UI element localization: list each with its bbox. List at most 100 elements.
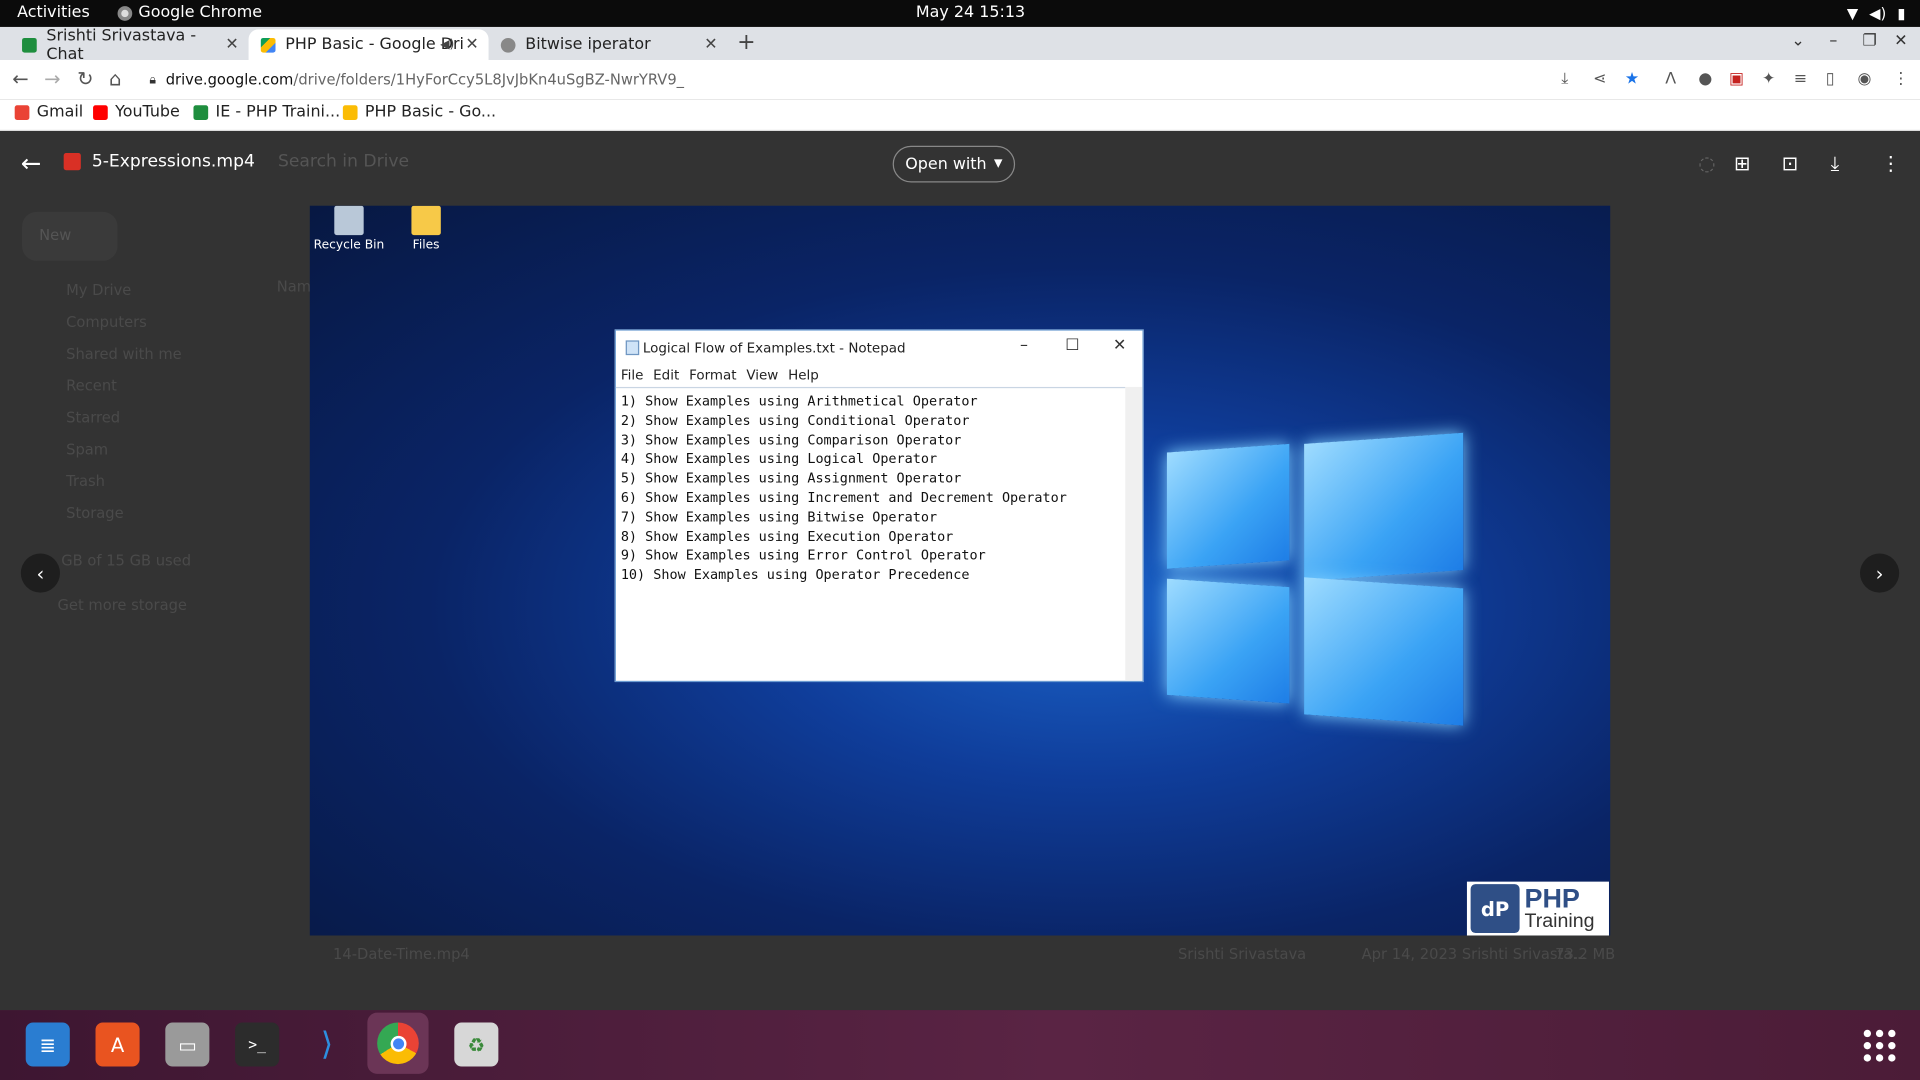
text-line: 9) Show Examples using Error Control Ope…	[620, 547, 986, 564]
close-tab-icon[interactable]: ✕	[704, 36, 717, 54]
restore-icon[interactable]: ❐	[1862, 32, 1876, 50]
address-bar[interactable]: 🔒︎ drive.google.com/drive/folders/1HyFor…	[137, 65, 1582, 94]
sidebar-computers: Computers	[66, 313, 147, 331]
bottom-row-modified: Apr 14, 2023 Srishti Srivasta...	[1361, 945, 1587, 963]
chat-favicon-icon	[22, 37, 37, 53]
speaker-icon[interactable]: ◀)	[440, 38, 454, 51]
install-icon[interactable]: ⤓	[1561, 70, 1568, 88]
text-line: 8) Show Examples using Execution Operato…	[620, 528, 954, 545]
recycle-bin-shortcut[interactable]: Recycle Bin	[312, 205, 385, 253]
recycle-bin-icon	[334, 205, 364, 236]
text-line: 5) Show Examples using Assignment Operat…	[620, 470, 962, 487]
menu-edit: Edit	[653, 367, 680, 384]
share-icon[interactable]: ⋖	[1593, 70, 1606, 88]
notepad-menu: File Edit Format View Help	[621, 367, 819, 383]
video-player[interactable]: Recycle Bin Files Logical Flow of Exampl…	[309, 205, 1611, 936]
tab-strip: Srishti Srivastava - Chat ✕ PHP Basic - …	[0, 26, 1920, 64]
text-editor-icon[interactable]: ≣	[25, 1022, 70, 1067]
text-line: 7) Show Examples using Bitwise Operator	[620, 509, 938, 526]
back-icon[interactable]: ←	[12, 67, 28, 90]
terminal-icon[interactable]: >_	[235, 1022, 280, 1067]
profile-avatar[interactable]: ◉	[1858, 70, 1872, 88]
chrome-menu-icon[interactable]: ⋮	[1893, 70, 1909, 88]
screen: Activities Google Chrome May 24 15:13 ▼ ◀…	[0, 0, 1920, 1080]
wifi-icon: ▼	[1846, 4, 1859, 23]
battery-icon: ▮	[1897, 4, 1906, 23]
logo-line1: PHP	[1524, 882, 1580, 914]
drive-favicon-icon	[260, 37, 276, 53]
tab-chat[interactable]: Srishti Srivastava - Chat ✕	[10, 26, 249, 64]
desktop-icon-label: Recycle Bin	[313, 238, 385, 253]
add-to-folder-icon[interactable]: ⊞	[1734, 152, 1750, 175]
side-panel-icon[interactable]: ▯	[1826, 70, 1835, 88]
drive-icon	[342, 104, 358, 120]
tab-title: Srishti Srivastava - Chat	[46, 26, 197, 64]
reading-list-icon[interactable]: ≡	[1794, 70, 1807, 88]
sidebar-recent: Recent	[66, 377, 117, 395]
open-with-button[interactable]: Open with ▼	[892, 145, 1016, 183]
trash-icon[interactable]: ♻	[454, 1022, 499, 1067]
reload-icon[interactable]: ↻	[77, 67, 93, 90]
files-icon[interactable]: ▭	[165, 1022, 210, 1067]
storage-usage: GB of 15 GB used	[61, 552, 192, 570]
show-applications-icon[interactable]	[1863, 1029, 1896, 1062]
more-actions-icon[interactable]: ⋮	[1881, 152, 1901, 175]
bookmark-php-basic[interactable]: PHP Basic - Go...	[342, 102, 497, 122]
system-tray[interactable]: ▼ ◀) ▮	[1847, 5, 1905, 22]
close-preview-icon[interactable]: ←	[21, 148, 42, 177]
bookmarks-bar: Gmail YouTube IE - PHP Traini... PHP Bas…	[0, 99, 1920, 132]
notepad-maximize-icon: ☐	[1065, 336, 1080, 356]
app-center-icon[interactable]: A	[95, 1022, 140, 1067]
new-button-background: New	[22, 211, 118, 261]
activities-button[interactable]: Activities	[17, 4, 90, 22]
new-tab-button[interactable]: +	[737, 29, 755, 55]
bottom-row-size: 73.2 MB	[1555, 945, 1616, 963]
minimize-icon[interactable]: –	[1829, 32, 1837, 50]
drive-search-placeholder: Search in Drive	[277, 151, 410, 172]
dock: ≣ A ▭ >_ ⟩ ♻	[0, 1010, 1920, 1080]
get-more-storage: Get more storage	[57, 596, 187, 614]
bookmark-label: IE - PHP Traini...	[215, 102, 341, 122]
notepad-minimize-icon: –	[1020, 336, 1028, 356]
sidebar-shared: Shared with me	[66, 345, 182, 363]
next-file-button[interactable]: ›	[1860, 553, 1900, 593]
bookmark-label: PHP Basic - Go...	[364, 102, 497, 122]
tab-title: PHP Basic - Google Dri	[285, 35, 464, 54]
add-comment-icon[interactable]: ⊡	[1782, 152, 1798, 175]
bookmark-star-icon[interactable]: ★	[1625, 70, 1639, 88]
menu-file: File	[620, 367, 644, 384]
clock[interactable]: May 24 15:13	[916, 4, 1025, 22]
files-shortcut[interactable]: Files	[389, 205, 462, 252]
text-line: 4) Show Examples using Logical Operator	[620, 451, 938, 468]
offline-icon[interactable]: ◌	[1698, 152, 1715, 175]
extension-badge-icon[interactable]: ▣	[1729, 70, 1744, 88]
vscode-icon[interactable]: ⟩	[305, 1022, 349, 1066]
extension-a-icon[interactable]: Λ	[1665, 70, 1676, 88]
chevron-right-icon: ›	[1875, 561, 1884, 585]
chrome-icon	[117, 5, 133, 21]
extensions-icon[interactable]: ✦	[1762, 70, 1775, 88]
app-menu[interactable]: Google Chrome	[117, 4, 262, 22]
close-tab-icon[interactable]: ✕	[225, 36, 238, 54]
chevron-left-icon: ‹	[36, 561, 45, 585]
chrome-icon[interactable]	[367, 1012, 429, 1074]
url-path: /drive/folders/1HyForCcy5L8JvJbKn4uSgBZ-…	[293, 71, 685, 89]
forward-icon[interactable]: →	[44, 67, 60, 90]
download-icon[interactable]: ⤓	[1831, 152, 1840, 176]
tab-drive[interactable]: PHP Basic - Google Dri ◀) ✕	[248, 29, 489, 61]
close-tab-icon[interactable]: ✕	[465, 36, 478, 54]
url-host: drive.google.com	[165, 71, 294, 89]
globe-icon	[500, 37, 516, 53]
gmail-icon	[14, 104, 30, 120]
tab-bitwise[interactable]: Bitwise iperator ✕	[489, 29, 728, 60]
close-window-icon[interactable]: ✕	[1894, 32, 1907, 50]
tab-search-icon[interactable]: ⌄	[1791, 32, 1804, 50]
previous-file-button[interactable]: ‹	[20, 553, 61, 593]
home-icon[interactable]: ⌂	[109, 67, 121, 90]
extension-k-icon[interactable]: ●	[1698, 70, 1712, 88]
notepad-title: Logical Flow of Examples.txt - Notepad	[642, 339, 906, 356]
sidebar-storage: Storage	[66, 504, 124, 522]
bookmark-ie-php[interactable]: IE - PHP Traini...	[193, 103, 340, 121]
bookmark-youtube[interactable]: YouTube	[93, 103, 180, 121]
bookmark-gmail[interactable]: Gmail	[14, 103, 83, 121]
